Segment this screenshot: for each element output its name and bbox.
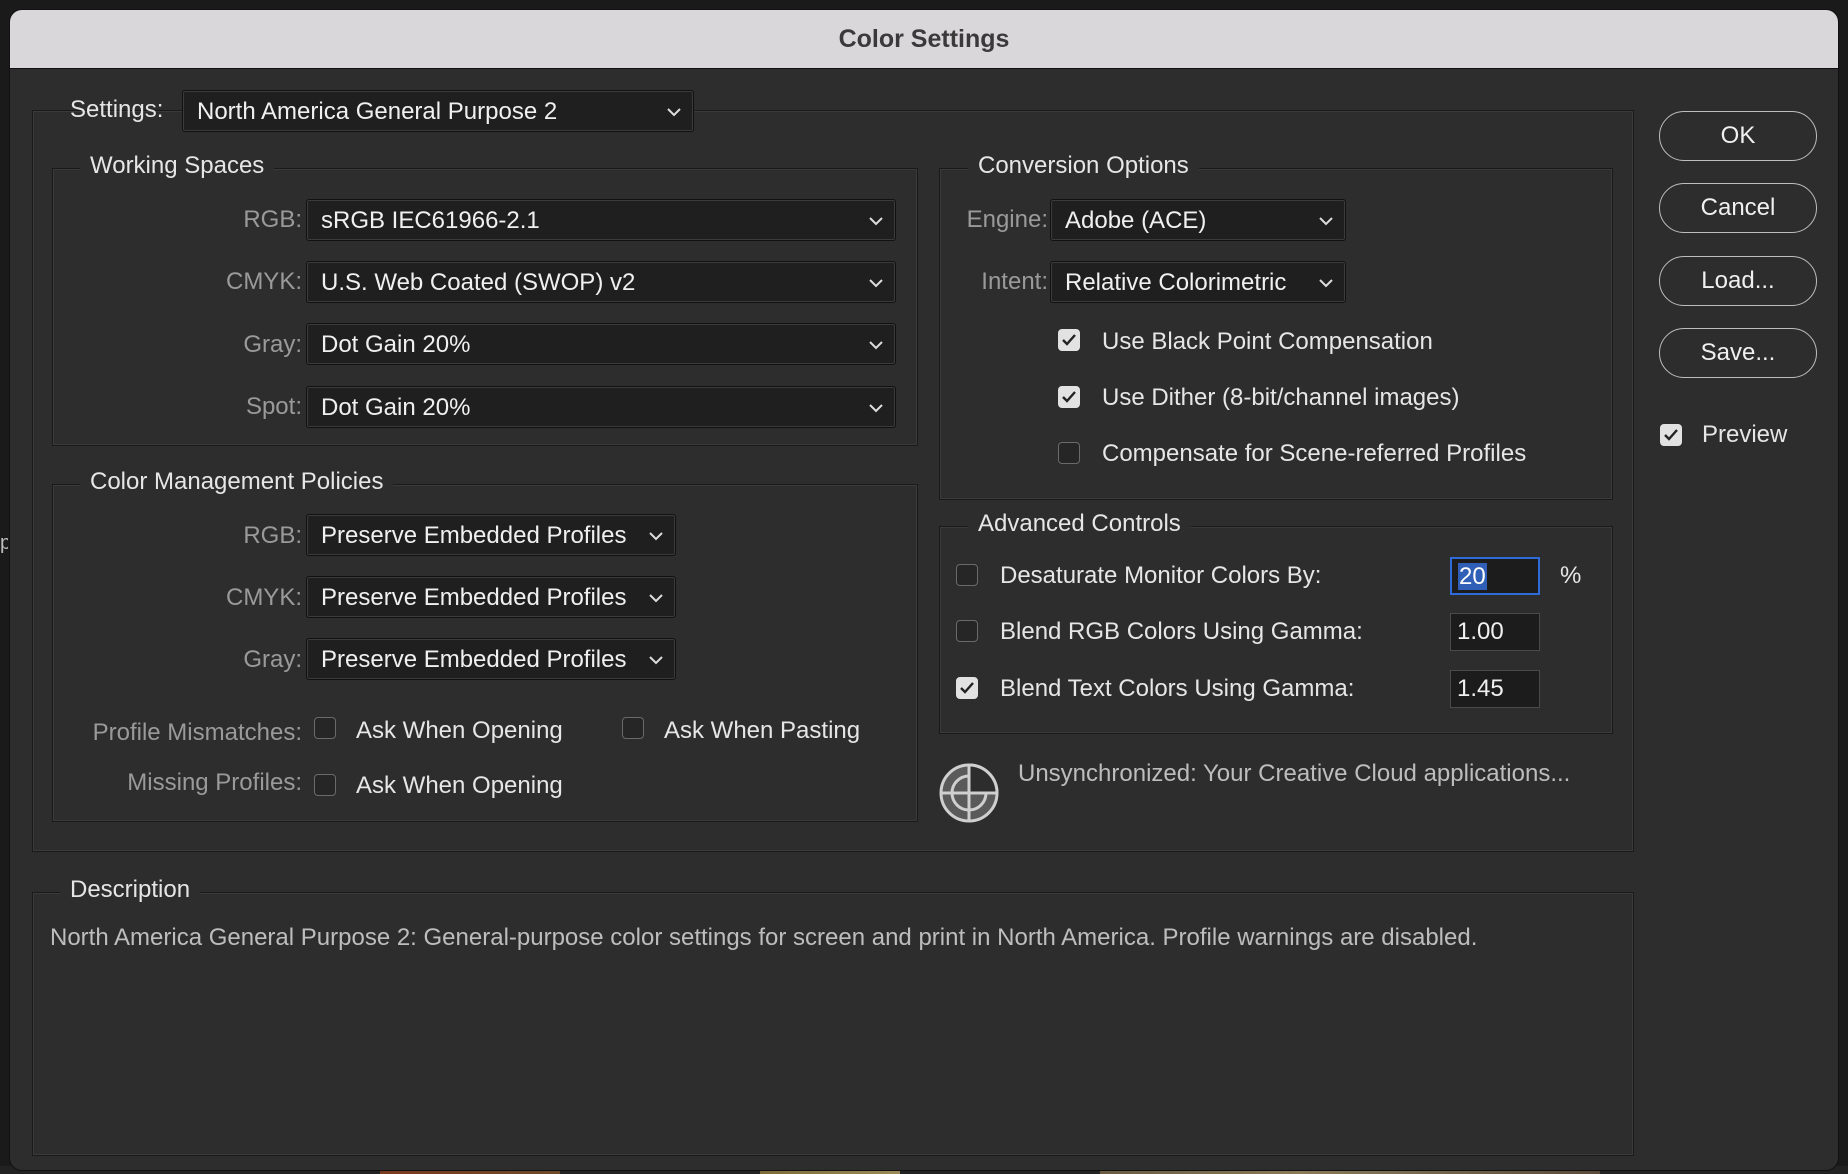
window-title: Color Settings	[10, 10, 1838, 69]
working-spaces-title: Working Spaces	[80, 152, 275, 180]
preview-checkbox[interactable]	[1660, 424, 1682, 446]
chevron-down-icon	[869, 279, 883, 288]
load-button[interactable]: Load...	[1659, 256, 1817, 306]
checkmark-icon	[960, 682, 974, 694]
intent-value: Relative Colorimetric	[1065, 269, 1287, 296]
ws-rgb-select[interactable]: sRGB IEC61966-2.1	[306, 199, 896, 241]
color-settings-dialog: Color Settings Settings: North America G…	[10, 10, 1838, 1170]
mismatch-pasting-checkbox[interactable]	[622, 717, 644, 739]
policy-rgb-select[interactable]: Preserve Embedded Profiles	[306, 514, 676, 556]
blend-text-input[interactable]: 1.45	[1450, 670, 1540, 708]
engine-select[interactable]: Adobe (ACE)	[1050, 199, 1346, 241]
ws-gray-label: Gray:	[243, 331, 302, 358]
policy-rgb-value: Preserve Embedded Profiles	[321, 522, 627, 549]
policies-title: Color Management Policies	[80, 468, 394, 496]
missing-opening-checkbox[interactable]	[314, 774, 336, 796]
scene-referred-label: Compensate for Scene-referred Profiles	[1102, 440, 1527, 467]
intent-label: Intent:	[981, 268, 1048, 295]
policy-rgb-label: RGB:	[243, 522, 302, 549]
policy-cmyk-value: Preserve Embedded Profiles	[321, 584, 627, 611]
engine-value: Adobe (ACE)	[1065, 207, 1207, 234]
blend-text-value: 1.45	[1457, 675, 1504, 702]
desaturate-label: Desaturate Monitor Colors By:	[1000, 562, 1322, 589]
sync-target-icon	[939, 763, 999, 823]
desaturate-unit: %	[1560, 562, 1582, 589]
chevron-down-icon	[649, 594, 663, 603]
missing-profiles-label: Missing Profiles:	[127, 769, 302, 796]
dither-label: Use Dither (8-bit/channel images)	[1102, 384, 1460, 411]
chevron-down-icon	[649, 656, 663, 665]
chevron-down-icon	[1319, 217, 1333, 226]
ws-spot-label: Spot:	[245, 393, 302, 420]
chevron-down-icon	[869, 341, 883, 350]
profile-mismatches-label: Profile Mismatches:	[92, 719, 302, 746]
checkmark-icon	[1664, 429, 1678, 441]
blend-rgb-value: 1.00	[1457, 618, 1504, 645]
conversion-title: Conversion Options	[968, 152, 1199, 180]
blend-text-label: Blend Text Colors Using Gamma:	[1000, 675, 1355, 702]
chevron-down-icon	[869, 217, 883, 226]
mismatch-pasting-label: Ask When Pasting	[664, 717, 861, 744]
mismatch-opening-label: Ask When Opening	[356, 717, 563, 744]
blend-rgb-checkbox[interactable]	[956, 620, 978, 642]
blend-rgb-input[interactable]: 1.00	[1450, 613, 1540, 651]
black-point-checkbox[interactable]	[1058, 329, 1080, 351]
missing-opening-label: Ask When Opening	[356, 772, 563, 799]
ws-rgb-value: sRGB IEC61966-2.1	[321, 207, 540, 234]
ws-gray-value: Dot Gain 20%	[321, 331, 471, 358]
advanced-title: Advanced Controls	[968, 510, 1191, 538]
chevron-down-icon	[1319, 279, 1333, 288]
ws-cmyk-value: U.S. Web Coated (SWOP) v2	[321, 269, 636, 296]
ok-button[interactable]: OK	[1659, 111, 1817, 161]
desaturate-input[interactable]: 20	[1450, 557, 1540, 595]
checkmark-icon	[1062, 391, 1076, 403]
ws-cmyk-select[interactable]: U.S. Web Coated (SWOP) v2	[306, 261, 896, 303]
policy-gray-value: Preserve Embedded Profiles	[321, 646, 627, 673]
chevron-down-icon	[869, 404, 883, 413]
blend-text-checkbox[interactable]	[956, 677, 978, 699]
preview-label: Preview	[1702, 421, 1788, 448]
ws-rgb-label: RGB:	[243, 206, 302, 233]
chevron-down-icon	[667, 108, 681, 117]
cancel-button[interactable]: Cancel	[1659, 183, 1817, 233]
black-point-label: Use Black Point Compensation	[1102, 328, 1433, 355]
save-button[interactable]: Save...	[1659, 328, 1817, 378]
checkmark-icon	[1062, 334, 1076, 346]
policy-cmyk-label: CMYK:	[225, 584, 302, 611]
chevron-down-icon	[649, 532, 663, 541]
ws-spot-select[interactable]: Dot Gain 20%	[306, 386, 896, 428]
sync-status-text: Unsynchronized: Your Creative Cloud appl…	[1018, 760, 1571, 787]
engine-label: Engine:	[966, 206, 1048, 233]
scene-referred-checkbox[interactable]	[1058, 442, 1080, 464]
ws-cmyk-label: CMYK:	[225, 268, 302, 295]
desaturate-value: 20	[1458, 563, 1487, 590]
blend-rgb-label: Blend RGB Colors Using Gamma:	[1000, 618, 1363, 645]
mismatch-opening-checkbox[interactable]	[314, 717, 336, 739]
ws-gray-select[interactable]: Dot Gain 20%	[306, 323, 896, 365]
policy-gray-select[interactable]: Preserve Embedded Profiles	[306, 638, 676, 680]
policy-gray-label: Gray:	[243, 646, 302, 673]
ws-spot-value: Dot Gain 20%	[321, 394, 471, 421]
settings-value: North America General Purpose 2	[197, 98, 558, 125]
description-title: Description	[60, 876, 201, 904]
dither-checkbox[interactable]	[1058, 386, 1080, 408]
description-text: North America General Purpose 2: General…	[50, 924, 1478, 951]
policy-cmyk-select[interactable]: Preserve Embedded Profiles	[306, 576, 676, 618]
background-edge-glyph: p	[0, 532, 8, 554]
settings-select[interactable]: North America General Purpose 2	[182, 90, 694, 132]
intent-select[interactable]: Relative Colorimetric	[1050, 261, 1346, 303]
desaturate-checkbox[interactable]	[956, 564, 978, 586]
settings-label: Settings:	[70, 96, 164, 123]
